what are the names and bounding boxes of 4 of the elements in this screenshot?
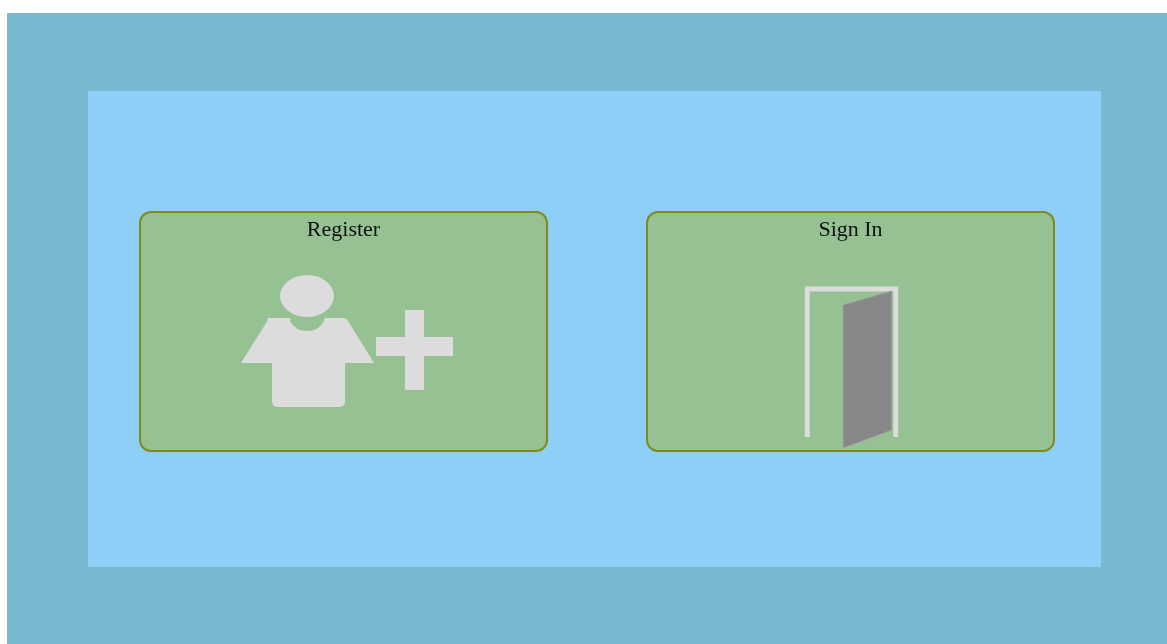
register-card[interactable]: Register [139, 211, 548, 452]
add-user-icon [240, 275, 453, 407]
sign-in-card[interactable]: Sign In [646, 211, 1055, 452]
open-door-icon [803, 286, 899, 450]
